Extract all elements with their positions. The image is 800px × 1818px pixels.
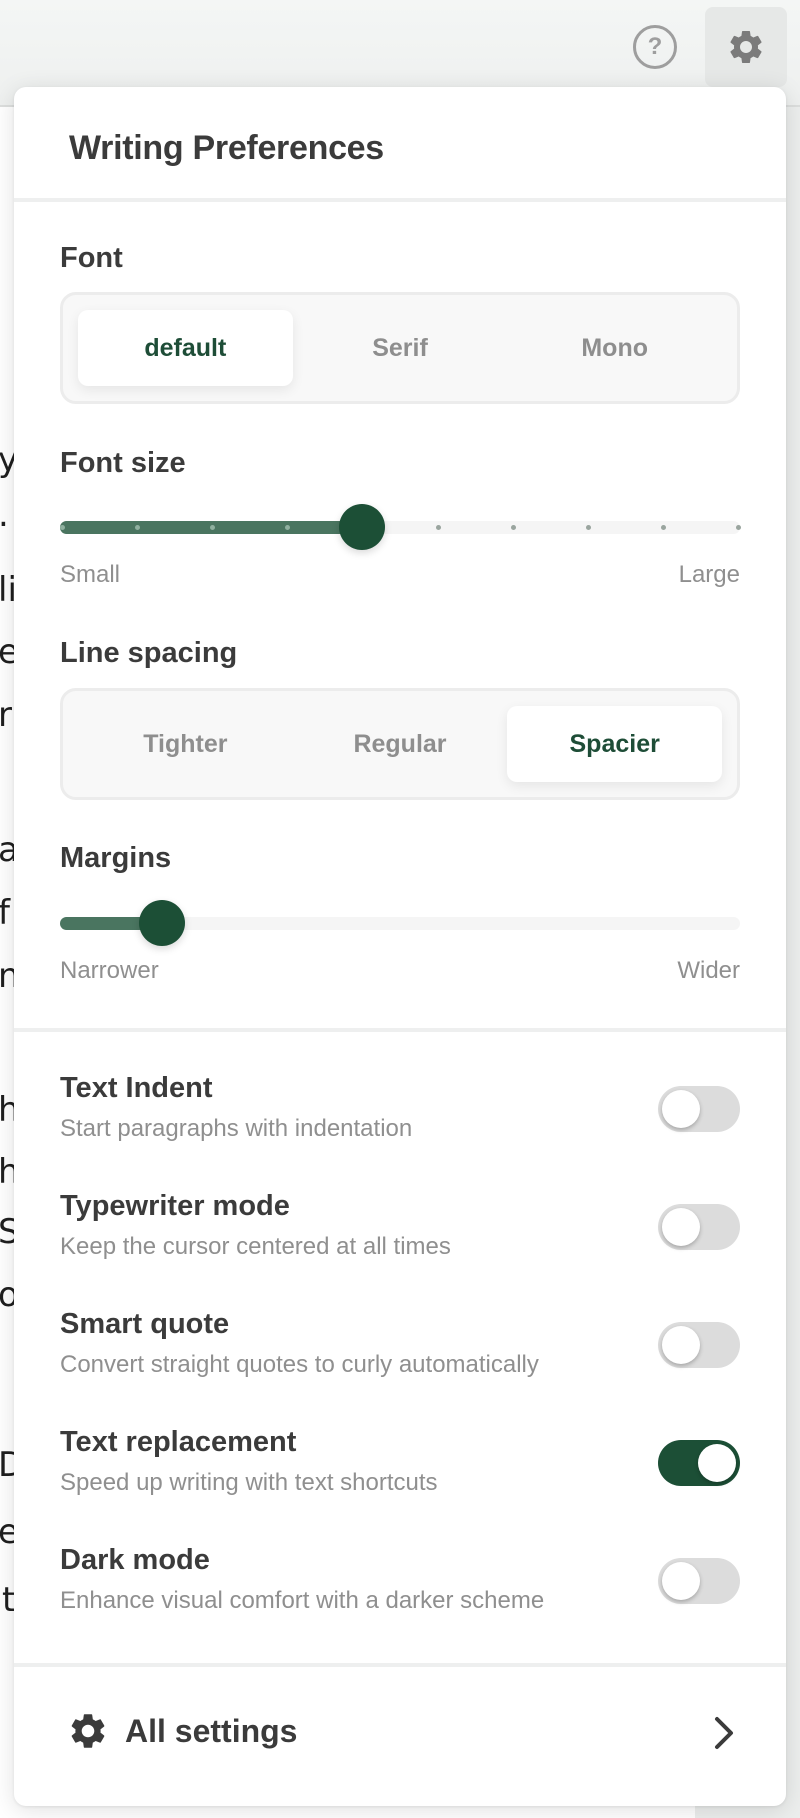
document-text-fragment: r [0, 695, 12, 735]
slider-step-dot [60, 525, 65, 530]
slider-step-dot [585, 525, 591, 530]
setting-row-typewriter-mode: Typewriter mode Keep the cursor centered … [60, 1190, 740, 1290]
setting-title: Typewriter mode [60, 1190, 290, 1222]
setting-row-dark-mode: Dark mode Enhance visual comfort with a d… [60, 1544, 740, 1644]
setting-description: Start paragraphs with indentation [60, 1115, 413, 1142]
font-size-max-label: Large [678, 561, 740, 588]
typewriter-mode-toggle[interactable] [658, 1204, 740, 1250]
font-size-slider-thumb[interactable] [339, 504, 386, 550]
dark-mode-toggle[interactable] [658, 1558, 740, 1604]
line-spacing-option-regular[interactable]: Regular [293, 706, 508, 782]
setting-row-text-indent: Text Indent Start paragraphs with indenta… [60, 1072, 740, 1172]
document-text-fragment: f [0, 893, 10, 933]
font-label: Font [60, 242, 123, 274]
divider [14, 1663, 786, 1667]
margins-slider-thumb[interactable] [139, 900, 185, 946]
font-option-serif[interactable]: Serif [293, 310, 508, 386]
panel-title: Writing Preferences [69, 129, 384, 167]
toggle-knob [662, 1208, 700, 1246]
toggle-knob [698, 1444, 736, 1482]
setting-title: Smart quote [60, 1308, 230, 1340]
divider [14, 1028, 786, 1032]
gear-icon [71, 1714, 105, 1748]
font-selector: default Serif Mono [60, 292, 740, 404]
setting-description: Enhance visual comfort with a darker sch… [60, 1587, 545, 1614]
smart-quote-toggle[interactable] [658, 1322, 740, 1368]
setting-description: Speed up writing with text shortcuts [60, 1469, 438, 1496]
margins-slider[interactable] [60, 900, 740, 946]
slider-step-dot [510, 525, 516, 530]
line-spacing-option-spacier[interactable]: Spacier [507, 706, 723, 782]
divider [14, 198, 786, 202]
all-settings-label: All settings [125, 1712, 298, 1749]
toggle-knob [662, 1562, 700, 1600]
all-settings-button[interactable]: All settings [14, 1669, 786, 1793]
writing-preferences-panel: Writing Preferences Font default Serif Mon… [14, 87, 786, 1806]
settings-button[interactable] [705, 7, 787, 87]
slider-step-dot [736, 525, 741, 530]
font-size-slider[interactable] [60, 504, 741, 550]
setting-description: Convert straight quotes to curly automat… [60, 1351, 539, 1378]
line-spacing-label: Line spacing [60, 637, 238, 669]
text-indent-toggle[interactable] [658, 1086, 740, 1132]
slider-step-dot [660, 525, 666, 530]
chevron-right-icon [715, 1717, 733, 1749]
font-option-default[interactable]: default [78, 310, 293, 386]
slider-step-dot [435, 525, 441, 530]
toggle-knob [662, 1090, 700, 1128]
gear-icon [730, 30, 762, 63]
setting-title: Text Indent [60, 1072, 213, 1104]
margins-label: Margins [60, 842, 172, 874]
document-text-fragment: . [0, 495, 9, 535]
margins-max-label: Wider [677, 957, 740, 984]
font-option-mono[interactable]: Mono [507, 310, 722, 386]
font-size-min-label: Small [60, 561, 121, 588]
setting-title: Dark mode [60, 1544, 210, 1576]
toggle-knob [662, 1326, 700, 1364]
setting-row-text-replacement: Text replacement Speed up writing with te… [60, 1426, 740, 1526]
help-button[interactable]: ? [633, 25, 677, 69]
font-size-label: Font size [60, 447, 186, 479]
setting-row-smart-quote: Smart quote Convert straight quotes to cu… [60, 1308, 740, 1408]
line-spacing-selector: Tighter Regular Spacier [60, 688, 740, 800]
setting-description: Keep the cursor centered at all times [60, 1233, 451, 1260]
setting-title: Text replacement [60, 1426, 297, 1458]
margins-min-label: Narrower [60, 957, 159, 984]
text-replacement-toggle[interactable] [658, 1440, 740, 1486]
question-circle-icon: ? [647, 33, 663, 60]
line-spacing-option-tighter[interactable]: Tighter [78, 706, 293, 782]
